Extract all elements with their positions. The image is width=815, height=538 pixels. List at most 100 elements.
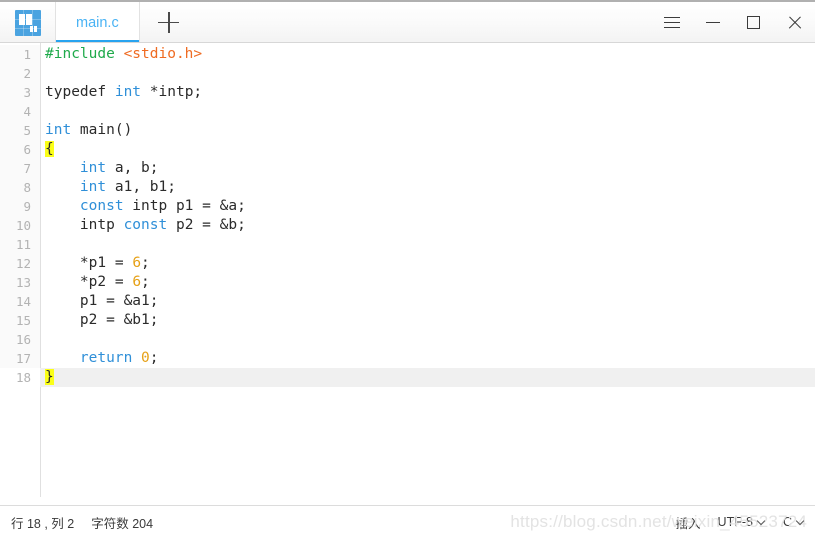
app-icon-container [0,2,55,43]
code-line[interactable]: 2 [0,64,815,83]
close-button[interactable] [774,2,815,43]
line-number: 17 [0,349,40,368]
code-text: intp const p2 = &b; [40,216,815,235]
code-line[interactable]: 14 p1 = &a1; [0,292,815,311]
maximize-icon [747,16,760,29]
line-number: 1 [0,45,40,64]
chevron-down-icon [797,517,805,525]
code-text: int main() [40,121,815,140]
hamburger-menu-icon [664,17,680,28]
code-line[interactable]: 4 [0,102,815,121]
line-number: 12 [0,254,40,273]
code-line[interactable]: 7 int a, b; [0,159,815,178]
code-text: *p2 = 6; [40,273,815,292]
close-icon [788,16,802,30]
maximize-button[interactable] [733,2,774,43]
line-number: 5 [0,121,40,140]
code-line[interactable]: 3typedef int *intp; [0,83,815,102]
tab-label: main.c [76,15,119,31]
line-number: 2 [0,64,40,83]
code-text: p2 = &b1; [40,311,815,330]
code-line[interactable]: 11 [0,235,815,254]
code-line[interactable]: 9 const intp p1 = &a; [0,197,815,216]
window-controls [651,2,815,43]
line-number: 7 [0,159,40,178]
line-number: 6 [0,140,40,159]
code-token: intp [45,217,124,233]
line-number: 9 [0,197,40,216]
line-number: 14 [0,292,40,311]
code-token: ; [141,255,150,271]
language-selector[interactable]: C [783,515,805,529]
code-token: } [45,369,54,385]
code-line[interactable]: 13 *p2 = 6; [0,273,815,292]
code-token: main() [71,122,132,138]
code-token: int [80,179,106,195]
editor-window: main.c [0,0,815,538]
code-text: p1 = &a1; [40,292,815,311]
code-text: } [40,368,815,387]
code-token: a1, b1; [106,179,176,195]
code-token [45,198,80,214]
plus-icon [158,12,179,33]
line-number: 3 [0,83,40,102]
code-text: return 0; [40,349,815,368]
code-token: intp p1 = &a; [124,198,246,214]
code-text: const intp p1 = &a; [40,197,815,216]
code-token: { [45,141,54,157]
code-line[interactable]: 5int main() [0,121,815,140]
code-token: *p1 = [45,255,132,271]
code-line[interactable]: 15 p2 = &b1; [0,311,815,330]
status-right-group: 插入 UTF-8 C [676,513,815,532]
encoding-label: UTF-8 [718,515,753,529]
code-line[interactable]: 17 return 0; [0,349,815,368]
code-line[interactable]: 6{ [0,140,815,159]
code-token: p2 = &b; [167,217,246,233]
code-token: ; [141,274,150,290]
code-token: int [115,84,141,100]
line-number: 8 [0,178,40,197]
tab-main-c[interactable]: main.c [55,2,140,43]
code-token: return [80,350,132,366]
line-number: 4 [0,102,40,121]
code-token: int [45,122,71,138]
line-number: 18 [0,368,40,387]
code-line[interactable]: 1#include <stdio.h> [0,45,815,64]
code-token: const [80,198,124,214]
code-token: 0 [141,350,150,366]
minimize-icon [706,22,720,23]
code-token: p1 = &a1; [45,293,159,309]
code-token: 6 [132,274,141,290]
code-token: 6 [132,255,141,271]
new-tab-button[interactable] [140,2,198,43]
hamburger-menu-button[interactable] [651,2,692,43]
notepad-app-icon [15,10,41,36]
line-number: 16 [0,330,40,349]
code-line[interactable]: 10 intp const p2 = &b; [0,216,815,235]
code-token: typedef [45,84,115,100]
code-token [45,350,80,366]
encoding-selector[interactable]: UTF-8 [718,515,766,529]
code-token: *intp; [141,84,202,100]
code-line[interactable]: 16 [0,330,815,349]
code-token [132,350,141,366]
code-line[interactable]: 12 *p1 = 6; [0,254,815,273]
status-bar: https://blog.csdn.net/weixin_45523724 行 … [0,505,815,538]
code-token: const [124,217,168,233]
code-token: int [80,160,106,176]
code-token [45,179,80,195]
code-line[interactable]: 18} [0,368,815,387]
code-token: ; [150,350,159,366]
code-lines: 1#include <stdio.h>23typedef int *intp;4… [0,43,815,387]
code-text: typedef int *intp; [40,83,815,102]
code-editor[interactable]: 1#include <stdio.h>23typedef int *intp;4… [0,43,815,505]
code-text: int a, b; [40,159,815,178]
status-left-group: 行 18 , 列 2 字符数 204 [0,513,153,532]
code-token: p2 = &b1; [45,312,159,328]
title-bar: main.c [0,0,815,43]
insert-mode-indicator[interactable]: 插入 [676,513,701,532]
line-number: 11 [0,235,40,254]
chevron-down-icon [758,517,766,525]
minimize-button[interactable] [692,2,733,43]
code-line[interactable]: 8 int a1, b1; [0,178,815,197]
